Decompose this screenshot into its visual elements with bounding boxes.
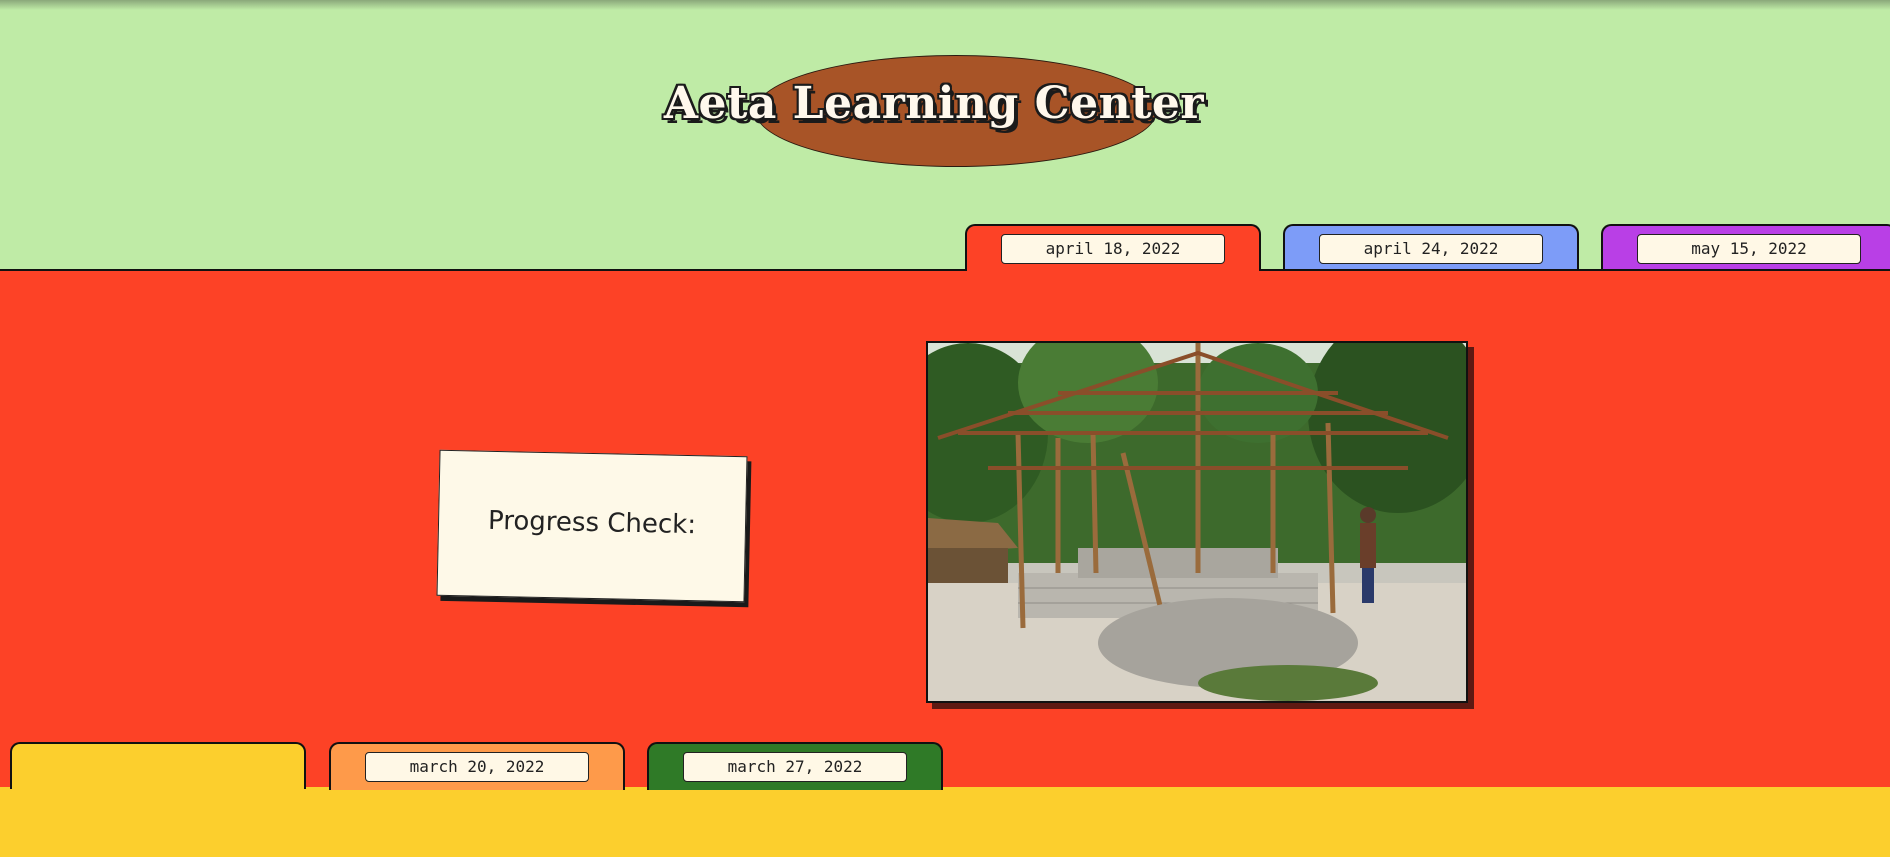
tab-april-18[interactable]: april 18, 2022 bbox=[965, 224, 1261, 271]
construction-photo bbox=[926, 341, 1468, 703]
site-title: Aeta Learning Center bbox=[663, 78, 1205, 129]
tab-label: april 24, 2022 bbox=[1319, 234, 1543, 264]
progress-check-label: Progress Check: bbox=[487, 505, 697, 541]
tab-march-27[interactable]: march 27, 2022 bbox=[647, 742, 943, 790]
top-shadow bbox=[0, 0, 1890, 10]
tab-label: may 15, 2022 bbox=[1637, 234, 1861, 264]
tab-label: march 27, 2022 bbox=[683, 752, 907, 782]
footer-panel bbox=[0, 787, 1890, 857]
tab-march-20[interactable]: march 20, 2022 bbox=[329, 742, 625, 790]
tab-label: april 18, 2022 bbox=[1001, 234, 1225, 264]
tab-may-15[interactable]: may 15, 2022 bbox=[1601, 224, 1890, 272]
tab-april-24[interactable]: april 24, 2022 bbox=[1283, 224, 1579, 272]
progress-check-card: Progress Check: bbox=[436, 449, 748, 603]
tab-yellow[interactable] bbox=[10, 742, 306, 789]
tab-label: march 20, 2022 bbox=[365, 752, 589, 782]
